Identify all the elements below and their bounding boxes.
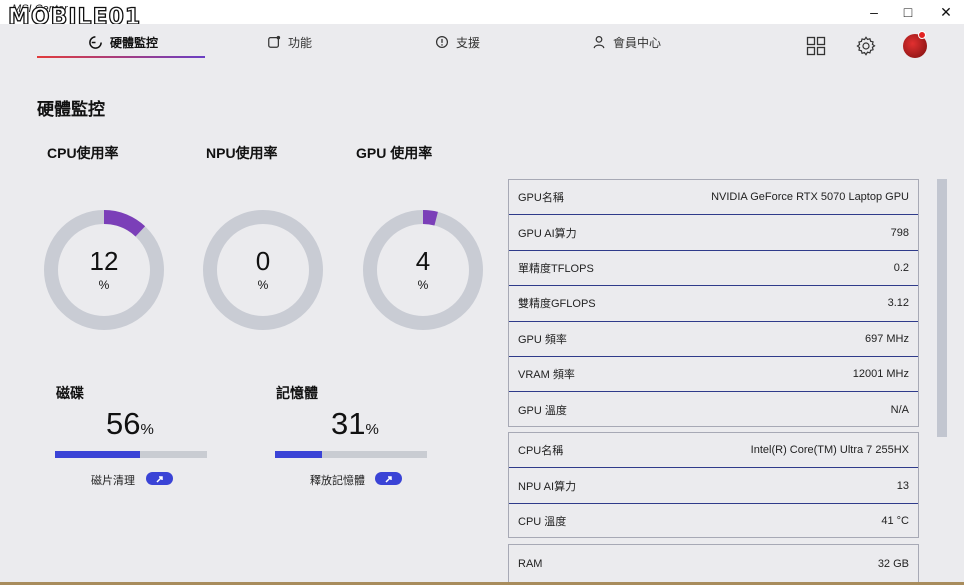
- maximize-button[interactable]: □: [891, 0, 925, 24]
- info-key: GPU AI算力: [518, 227, 577, 240]
- ram-info-panel: RAM 32 GB: [508, 544, 919, 584]
- info-key: RAM: [518, 558, 543, 570]
- disk-usage-fill: [55, 451, 141, 458]
- info-row: CPU 溫度 41 °C: [509, 504, 918, 539]
- memory-usage-value: 31%: [331, 406, 379, 442]
- boost-arrow-icon: [155, 475, 163, 483]
- memory-percent: 31: [331, 406, 366, 441]
- info-key: CPU 溫度: [518, 516, 567, 529]
- notification-dot: [918, 31, 926, 39]
- info-row: RAM 32 GB: [509, 545, 918, 583]
- info-value: 3.12: [887, 297, 909, 310]
- info-key: 單精度TFLOPS: [518, 262, 594, 275]
- info-row: 雙精度GFLOPS 3.12: [509, 286, 918, 322]
- info-key: GPU 頻率: [518, 333, 567, 346]
- npu-usage-gauge: 0 %: [201, 208, 325, 332]
- gauge-unit: %: [417, 278, 429, 292]
- info-row: NPU AI算力 13: [509, 468, 918, 504]
- percent-unit: %: [140, 421, 154, 438]
- gpu-usage-gauge: 4 %: [361, 208, 485, 332]
- info-value: 798: [890, 226, 909, 239]
- info-value: 12001 MHz: [852, 368, 909, 381]
- free-memory-button[interactable]: [375, 472, 402, 485]
- tab-support[interactable]: 支援: [435, 32, 480, 52]
- member-icon: [593, 35, 605, 49]
- tab-label: 支援: [456, 35, 481, 50]
- info-row: GPU AI算力 798: [509, 215, 918, 251]
- info-key: 雙精度GFLOPS: [518, 298, 596, 311]
- active-tab-indicator: [37, 56, 205, 58]
- info-value: 0.2: [893, 261, 909, 274]
- info-row: GPU 溫度 N/A: [509, 392, 918, 427]
- gpu-info-panel: GPU名稱 NVIDIA GeForce RTX 5070 Laptop GPU …: [508, 179, 919, 427]
- info-key: GPU 溫度: [518, 405, 567, 418]
- cpu-usage-label: CPU使用率: [47, 145, 119, 161]
- support-icon: [435, 35, 449, 49]
- gpu-usage-label: GPU 使用率: [356, 145, 433, 161]
- gauge-unit: %: [257, 278, 269, 292]
- gauge-value: 12: [89, 246, 119, 276]
- info-value: 697 MHz: [864, 332, 909, 345]
- memory-usage-bar: [275, 451, 427, 458]
- disk-cleanup-button[interactable]: [146, 472, 173, 485]
- close-button[interactable]: ✕: [929, 0, 963, 24]
- info-value: NVIDIA GeForce RTX 5070 Laptop GPU: [711, 191, 909, 204]
- cpu-usage-gauge: 12 %: [42, 208, 166, 332]
- tab-member-center[interactable]: 會員中心: [592, 32, 661, 52]
- info-value: 13: [896, 479, 909, 492]
- disk-cleanup-label: 磁片清理: [91, 475, 135, 487]
- info-value: Intel(R) Core(TM) Ultra 7 255HX: [750, 444, 909, 457]
- info-row: VRAM 頻率 12001 MHz: [509, 357, 918, 393]
- gauge-unit: %: [98, 278, 110, 292]
- gauge-value: 0: [255, 246, 271, 276]
- main-nav: 硬體監控 功能 支援 會員中心: [0, 24, 964, 64]
- boost-arrow-icon: [384, 475, 392, 483]
- page-title: 硬體監控: [37, 100, 105, 119]
- tab-label: 會員中心: [613, 35, 662, 50]
- info-row: GPU 頻率 697 MHz: [509, 322, 918, 357]
- feature-icon: [268, 35, 281, 48]
- info-key: NPU AI算力: [518, 480, 577, 493]
- minimize-button[interactable]: –: [857, 0, 891, 24]
- memory-label: 記憶體: [276, 385, 318, 401]
- info-row: 單精度TFLOPS 0.2: [509, 251, 918, 287]
- scrollbar-thumb[interactable]: [937, 179, 947, 437]
- tab-features[interactable]: 功能: [267, 32, 312, 52]
- info-value: 32 GB: [877, 558, 909, 570]
- gear-icon[interactable]: [854, 34, 878, 58]
- title-bar: MSI Center MOBILE01 – □ ✕: [0, 0, 964, 31]
- disk-usage-bar: [55, 451, 207, 458]
- tab-label: 硬體監控: [110, 35, 159, 50]
- info-value: N/A: [890, 404, 909, 417]
- memory-usage-fill: [275, 451, 323, 458]
- info-key: GPU名稱: [518, 192, 564, 205]
- gauge-value: 4: [415, 246, 431, 276]
- monitor-gauge-icon: [89, 35, 102, 49]
- tab-label: 功能: [288, 35, 313, 50]
- info-row: GPU名稱 NVIDIA GeForce RTX 5070 Laptop GPU: [509, 180, 918, 216]
- disk-percent: 56: [106, 406, 141, 441]
- info-key: VRAM 頻率: [518, 369, 575, 382]
- info-value: 41 °C: [881, 515, 909, 528]
- info-row: CPU名稱 Intel(R) Core(TM) Ultra 7 255HX: [509, 433, 918, 469]
- disk-usage-value: 56%: [106, 406, 154, 442]
- disk-label: 磁碟: [56, 385, 84, 401]
- cpu-info-panel: CPU名稱 Intel(R) Core(TM) Ultra 7 255HX NPU…: [508, 432, 919, 538]
- npu-usage-label: NPU使用率: [206, 145, 278, 161]
- grid-icon[interactable]: [804, 34, 828, 58]
- percent-unit: %: [365, 421, 379, 438]
- tab-hardware-monitor[interactable]: 硬體監控: [88, 32, 158, 52]
- free-memory-label: 釋放記憶體: [310, 475, 365, 487]
- info-key: CPU名稱: [518, 445, 564, 458]
